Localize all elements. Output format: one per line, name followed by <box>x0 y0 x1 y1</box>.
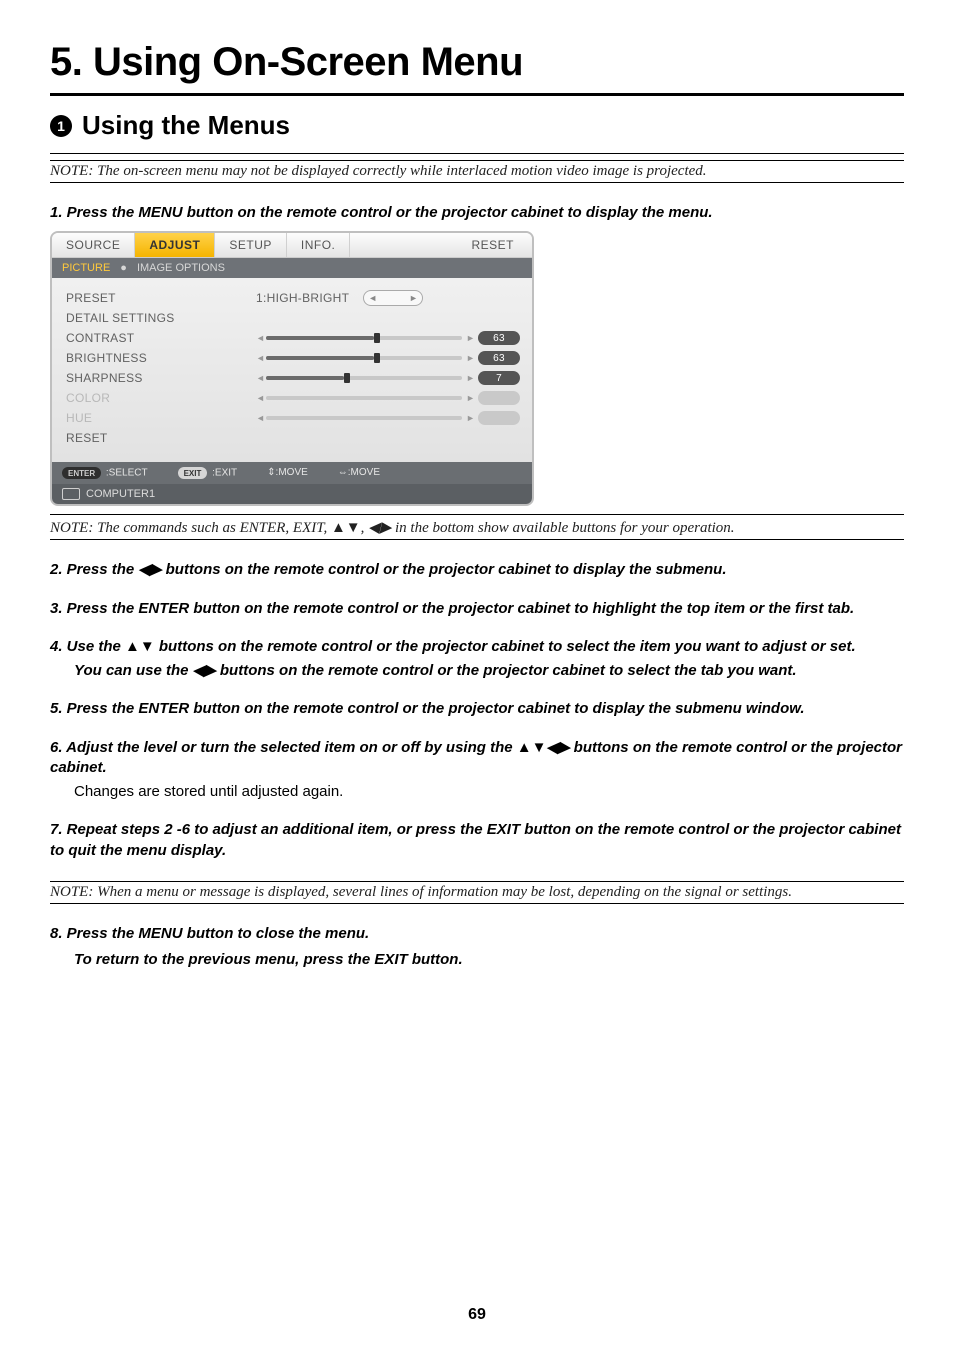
row-sharpness[interactable]: SHARPNESS ◄ ► 7 <box>66 368 520 388</box>
right-arrow-icon: ► <box>466 413 472 423</box>
tab-setup[interactable]: SETUP <box>215 233 287 257</box>
badge-color <box>478 391 520 405</box>
label-reset: RESET <box>66 431 256 445</box>
source-label: COMPUTER1 <box>86 488 155 500</box>
tab-adjust[interactable]: ADJUST <box>135 233 215 257</box>
row-preset[interactable]: PRESET 1:HIGH-BRIGHT ◄ ► <box>66 288 520 308</box>
chapter-title: 5. Using On-Screen Menu <box>50 40 904 85</box>
step-1: 1. Press the MENU button on the remote c… <box>50 203 904 223</box>
left-arrow-icon: ◄ <box>256 393 262 403</box>
row-contrast[interactable]: CONTRAST ◄ ► 63 <box>66 328 520 348</box>
section-number-badge: 1 <box>50 115 72 137</box>
subtab-image-options[interactable]: IMAGE OPTIONS <box>137 262 225 274</box>
step-4: 4. Use the ▲▼ buttons on the remote cont… <box>50 637 904 657</box>
left-arrow-icon: ◄ <box>256 353 262 363</box>
right-arrow-icon: ► <box>466 353 472 363</box>
divider-thin <box>50 153 904 154</box>
right-arrow-icon: ► <box>466 393 472 403</box>
row-detail-settings[interactable]: DETAIL SETTINGS <box>66 308 520 328</box>
badge-hue <box>478 411 520 425</box>
value-preset: 1:HIGH-BRIGHT <box>256 291 349 305</box>
label-sharpness: SHARPNESS <box>66 371 256 385</box>
left-arrow-icon: ◄ <box>256 373 262 383</box>
footer-move-vert: ⇕:MOVE <box>267 467 308 479</box>
step-8a: 8. Press the MENU button to close the me… <box>50 924 904 944</box>
section-heading: 1 Using the Menus <box>50 110 904 141</box>
tab-source[interactable]: SOURCE <box>52 233 135 257</box>
slider-contrast[interactable]: ◄ ► <box>256 333 472 343</box>
subtab-bullet: ● <box>120 262 127 274</box>
tab-reset[interactable]: RESET <box>457 233 532 257</box>
note-commands: NOTE: The commands such as ENTER, EXIT, … <box>50 514 904 540</box>
label-brightness: BRIGHTNESS <box>66 351 256 365</box>
slider-color: ◄ ► <box>256 393 472 403</box>
footer-exit: EXIT :EXIT <box>178 467 238 479</box>
note-interlaced: NOTE: The on-screen menu may not be disp… <box>50 160 904 183</box>
row-color: COLOR ◄ ► <box>66 388 520 408</box>
footer-move-horiz: ⇔:MOVE <box>338 467 380 479</box>
badge-brightness: 63 <box>478 351 520 365</box>
step-3: 3. Press the ENTER button on the remote … <box>50 599 904 619</box>
subtab-picture[interactable]: PICTURE <box>62 262 110 274</box>
source-icon <box>62 488 80 500</box>
step-4b: You can use the ◀▶ buttons on the remote… <box>74 661 904 681</box>
left-arrow-icon: ◄ <box>256 333 262 343</box>
osd-tabs: SOURCE ADJUST SETUP INFO. RESET <box>52 233 532 258</box>
osd-source-bar: COMPUTER1 <box>52 484 532 504</box>
slider-sharpness[interactable]: ◄ ► <box>256 373 472 383</box>
label-hue: HUE <box>66 411 256 425</box>
row-reset[interactable]: RESET <box>66 428 520 448</box>
step-7: 7. Repeat steps 2 -6 to adjust an additi… <box>50 820 904 861</box>
section-title: Using the Menus <box>82 110 290 141</box>
tab-info[interactable]: INFO. <box>287 233 351 257</box>
row-hue: HUE ◄ ► <box>66 408 520 428</box>
right-arrow-icon: ► <box>466 373 472 383</box>
label-contrast: CONTRAST <box>66 331 256 345</box>
enter-pill: ENTER <box>62 467 101 479</box>
step-2: 2. Press the ◀▶ buttons on the remote co… <box>50 560 904 580</box>
row-brightness[interactable]: BRIGHTNESS ◄ ► 63 <box>66 348 520 368</box>
footer-select-text: :SELECT <box>106 468 148 479</box>
footer-exit-text: :EXIT <box>212 468 237 479</box>
label-detail: DETAIL SETTINGS <box>66 311 256 325</box>
exit-pill: EXIT <box>178 467 208 479</box>
label-color: COLOR <box>66 391 256 405</box>
footer-select: ENTER :SELECT <box>62 467 148 479</box>
left-arrow-icon: ◄ <box>368 293 377 303</box>
page-number: 69 <box>0 1306 954 1324</box>
osd-menu: SOURCE ADJUST SETUP INFO. RESET PICTURE … <box>50 231 534 506</box>
osd-body: PRESET 1:HIGH-BRIGHT ◄ ► DETAIL SETTINGS… <box>52 278 532 462</box>
step-8b: To return to the previous menu, press th… <box>74 950 904 970</box>
left-arrow-icon: ◄ <box>256 413 262 423</box>
slider-hue: ◄ ► <box>256 413 472 423</box>
note-lines-lost: NOTE: When a menu or message is displaye… <box>50 881 904 904</box>
right-arrow-icon: ► <box>466 333 472 343</box>
badge-sharpness: 7 <box>478 371 520 385</box>
preset-stepper[interactable]: ◄ ► <box>363 290 423 306</box>
divider-thick <box>50 93 904 96</box>
label-preset: PRESET <box>66 291 256 305</box>
osd-subtabs: PICTURE ● IMAGE OPTIONS <box>52 258 532 278</box>
right-arrow-icon: ► <box>409 293 418 303</box>
step-6: 6. Adjust the level or turn the selected… <box>50 738 904 779</box>
osd-footer: ENTER :SELECT EXIT :EXIT ⇕:MOVE ⇔:MOVE <box>52 462 532 484</box>
step-6b: Changes are stored until adjusted again. <box>74 782 904 802</box>
step-5: 5. Press the ENTER button on the remote … <box>50 699 904 719</box>
slider-brightness[interactable]: ◄ ► <box>256 353 472 363</box>
badge-contrast: 63 <box>478 331 520 345</box>
